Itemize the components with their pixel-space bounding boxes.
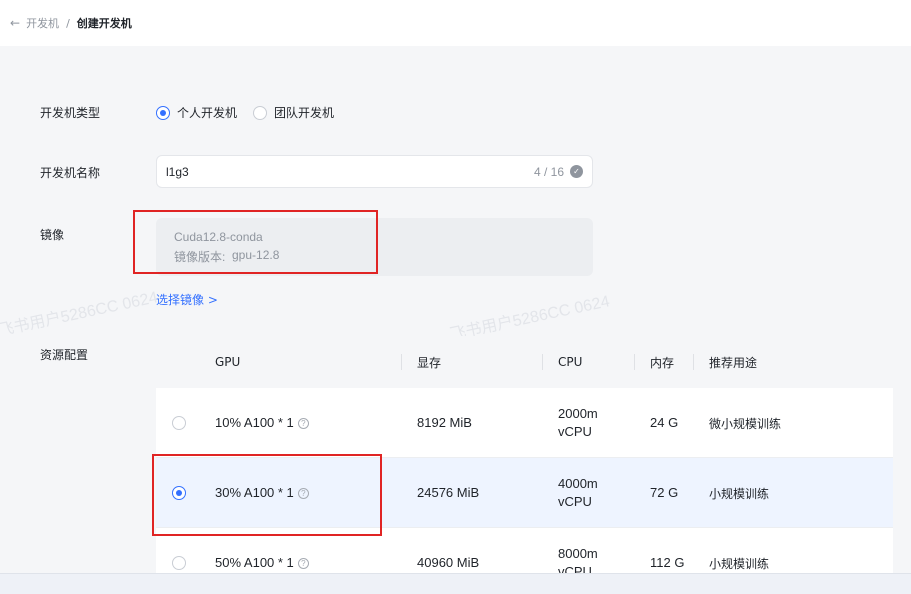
breadcrumb-separator: / — [66, 16, 70, 30]
breadcrumb-prev[interactable]: 开发机 — [26, 15, 59, 31]
highlight-box-image — [133, 210, 378, 274]
type-label: 开发机类型 — [40, 106, 101, 120]
radio-unchecked-icon[interactable] — [172, 556, 186, 570]
check-circle-icon[interactable]: ✓ — [570, 165, 583, 178]
header-divider — [634, 354, 635, 370]
breadcrumb-bar: ← 开发机 / 创建开发机 — [0, 0, 911, 46]
resource-label: 资源配置 — [40, 348, 89, 362]
cpu-unit: vCPU — [558, 494, 592, 509]
type-radio-group: 个人开发机 团队开发机 — [156, 104, 350, 121]
cell-cpu: 2000m vCPU — [558, 405, 598, 441]
cell-ram: 24 G — [650, 415, 679, 430]
header-ram: 内存 — [650, 355, 675, 370]
table-header: GPU 显存 CPU 内存 推荐用途 — [156, 336, 893, 388]
name-field[interactable]: 4 / 16 ✓ — [156, 155, 593, 188]
name-char-count: 4 / 16 — [533, 164, 564, 179]
cpu-value: 2000m — [558, 406, 598, 421]
radio-unchecked-icon[interactable] — [172, 416, 186, 430]
cell-cpu: 8000m vCPU — [558, 545, 598, 574]
header-divider — [542, 354, 543, 370]
help-icon[interactable]: ? — [297, 558, 309, 570]
cell-use: 小规模训练 — [709, 557, 770, 571]
name-input[interactable] — [166, 164, 534, 179]
select-image-link[interactable]: 选择镜像 > — [156, 291, 218, 308]
header-gpu: GPU — [215, 355, 241, 369]
arrow-left-icon[interactable]: ← — [10, 16, 20, 30]
cell-gpu: 10% A100 * 1? — [215, 415, 309, 430]
radio-checked-icon[interactable] — [156, 105, 170, 120]
name-label: 开发机名称 — [40, 166, 101, 180]
radio-unchecked-icon[interactable] — [253, 105, 268, 120]
image-label: 镜像 — [40, 228, 65, 242]
cpu-unit: vCPU — [558, 424, 592, 439]
header-cpu: CPU — [558, 355, 583, 369]
header-divider — [693, 354, 694, 370]
table-row[interactable]: 10% A100 * 1? 8192 MiB 2000m vCPU 24 G 微小… — [156, 388, 893, 458]
highlight-box-row — [152, 454, 382, 536]
gpu-text: 10% A100 * 1 — [215, 415, 294, 430]
type-option-team[interactable]: 团队开发机 — [253, 104, 334, 121]
cpu-value: 8000m — [558, 546, 598, 561]
type-option-label: 团队开发机 — [274, 106, 335, 120]
cell-use: 小规模训练 — [709, 487, 770, 501]
gpu-text: 50% A100 * 1 — [215, 555, 294, 570]
cpu-value: 4000m — [558, 476, 598, 491]
cell-use: 微小规模训练 — [709, 417, 782, 431]
breadcrumb-current: 创建开发机 — [76, 17, 132, 30]
help-icon[interactable]: ? — [297, 418, 309, 430]
type-option-label: 个人开发机 — [177, 106, 238, 120]
cell-mem: 24576 MiB — [417, 485, 480, 500]
cell-mem: 8192 MiB — [417, 415, 472, 430]
header-mem: 显存 — [417, 355, 442, 370]
header-use: 推荐用途 — [709, 355, 758, 370]
header-divider — [401, 354, 402, 370]
cell-ram: 72 G — [650, 485, 679, 500]
bottom-bar — [0, 573, 911, 594]
cell-ram: 112 G — [650, 555, 685, 570]
cell-cpu: 4000m vCPU — [558, 475, 598, 511]
cell-mem: 40960 MiB — [417, 555, 480, 570]
type-option-personal[interactable]: 个人开发机 — [156, 104, 237, 121]
cell-gpu: 50% A100 * 1? — [215, 555, 309, 570]
